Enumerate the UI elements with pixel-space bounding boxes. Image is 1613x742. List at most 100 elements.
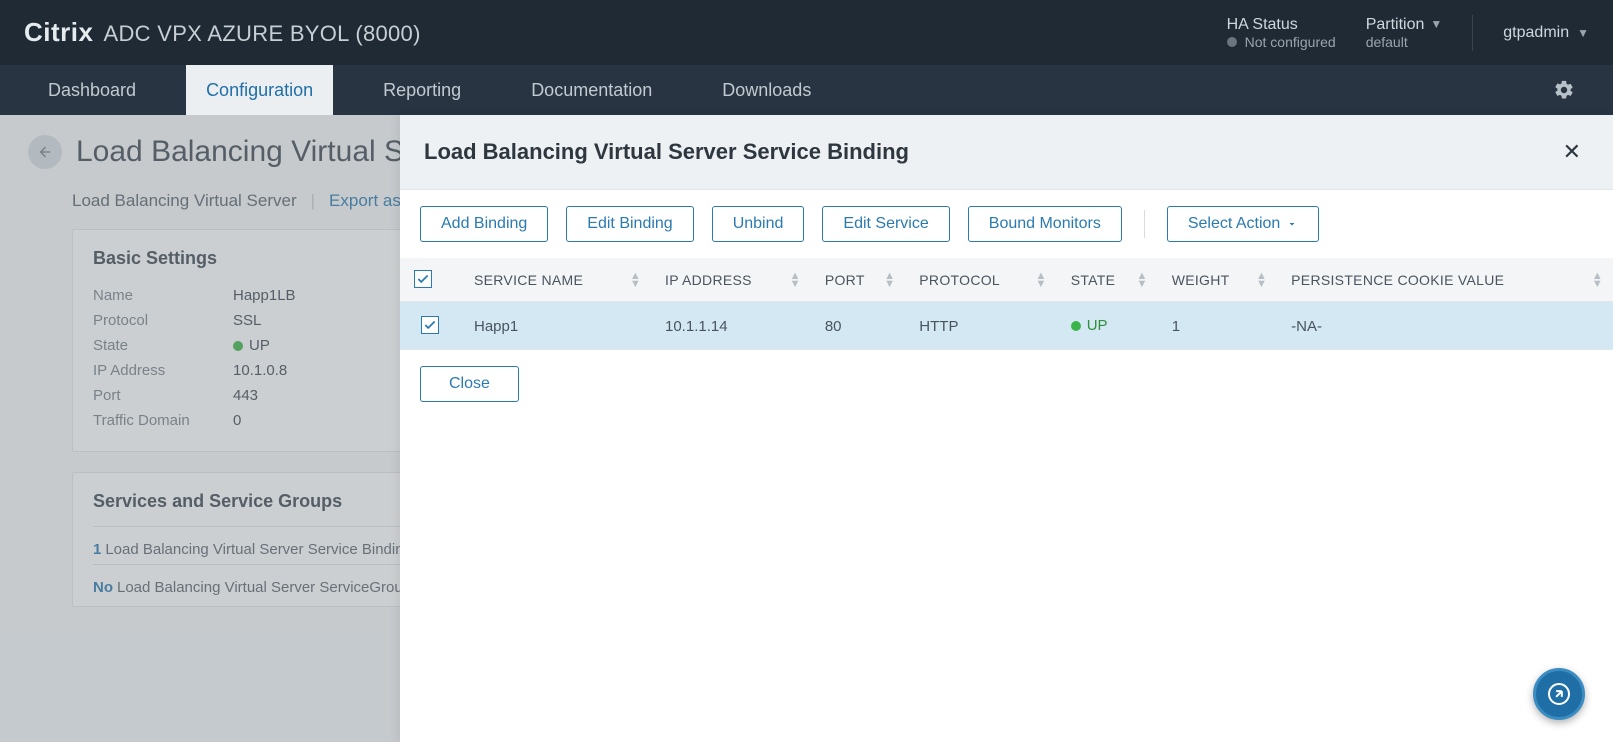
help-fab[interactable]	[1533, 668, 1585, 720]
state-text: UP	[249, 337, 270, 354]
edit-binding-button[interactable]: Edit Binding	[566, 206, 693, 242]
cell-cookie: -NA-	[1277, 302, 1613, 351]
breadcrumb-separator: |	[311, 191, 315, 211]
sort-icon: ▲▼	[630, 272, 641, 288]
partition-value: default	[1366, 34, 1443, 51]
breadcrumb-item: Load Balancing Virtual Server	[72, 191, 297, 211]
ha-status-value: Not configured	[1245, 34, 1336, 51]
column-label: WEIGHT	[1172, 272, 1230, 288]
send-icon	[1547, 682, 1571, 706]
tab-downloads[interactable]: Downloads	[702, 65, 831, 115]
chevron-down-icon: ▼	[1430, 17, 1442, 31]
column-label: PERSISTENCE COOKIE VALUE	[1291, 272, 1504, 288]
field-label: Protocol	[93, 312, 213, 329]
brand: Citrix ADC VPX AZURE BYOL (8000)	[24, 17, 421, 48]
brand-name: Citrix	[24, 17, 93, 48]
tab-label: Configuration	[206, 80, 313, 101]
status-dot-icon	[1071, 321, 1081, 331]
topbar: Citrix ADC VPX AZURE BYOL (8000) HA Stat…	[0, 0, 1613, 65]
service-binding-modal: Load Balancing Virtual Server Service Bi…	[400, 115, 1613, 742]
sort-icon: ▲▼	[1592, 272, 1603, 288]
tab-label: Downloads	[722, 80, 811, 101]
table-row[interactable]: Happ1 10.1.1.14 80 HTTP UP 1 -NA-	[400, 302, 1613, 351]
service-row-text: Load Balancing Virtual Server Service Bi…	[105, 541, 412, 558]
row-checkbox[interactable]	[421, 316, 439, 334]
column-ip-address[interactable]: IP ADDRESS▲▼	[651, 258, 811, 302]
unbind-button[interactable]: Unbind	[712, 206, 805, 242]
column-service-name[interactable]: SERVICE NAME▲▼	[460, 258, 651, 302]
edit-service-button[interactable]: Edit Service	[822, 206, 949, 242]
arrow-left-icon	[37, 144, 53, 160]
check-icon	[423, 318, 437, 332]
brand-product: ADC VPX AZURE BYOL (8000)	[103, 21, 420, 47]
user-menu[interactable]: gtpadmin ▼	[1503, 24, 1589, 42]
gear-icon[interactable]	[1553, 79, 1575, 101]
column-port[interactable]: PORT ▲▼	[811, 258, 905, 302]
back-button[interactable]	[28, 135, 62, 169]
button-label: Edit Binding	[587, 215, 672, 233]
column-label: PROTOCOL	[919, 272, 1000, 288]
tab-dashboard[interactable]: Dashboard	[28, 65, 156, 115]
modal-toolbar: Add Binding Edit Binding Unbind Edit Ser…	[400, 190, 1613, 258]
cell-ip: 10.1.1.14	[651, 302, 811, 351]
tab-label: Dashboard	[48, 80, 136, 101]
select-all-checkbox[interactable]	[414, 270, 432, 288]
partition-selector[interactable]: Partition ▼ default	[1366, 15, 1443, 51]
tab-label: Documentation	[531, 80, 652, 101]
column-label: STATE	[1071, 272, 1116, 288]
button-label: Unbind	[733, 215, 784, 233]
tab-documentation[interactable]: Documentation	[511, 65, 672, 115]
tab-configuration[interactable]: Configuration	[186, 65, 333, 115]
bound-monitors-button[interactable]: Bound Monitors	[968, 206, 1122, 242]
sort-icon: ▲▼	[1137, 272, 1148, 288]
button-label: Select Action	[1188, 215, 1281, 233]
check-icon	[416, 272, 430, 286]
modal-title: Load Balancing Virtual Server Service Bi…	[424, 139, 909, 165]
divider	[1144, 210, 1145, 238]
column-label: PORT	[825, 272, 865, 288]
button-label: Bound Monitors	[989, 215, 1101, 233]
ha-status-block: HA Status Not configured	[1227, 15, 1336, 51]
close-button[interactable]: Close	[420, 366, 519, 402]
field-value: 0	[233, 412, 241, 429]
modal-footer: Close	[400, 349, 1613, 418]
field-label: Name	[93, 287, 213, 304]
topbar-right: HA Status Not configured Partition ▼ def…	[1227, 15, 1589, 51]
button-label: Edit Service	[843, 215, 928, 233]
cell-service-name: Happ1	[460, 302, 651, 351]
count: 1	[93, 541, 101, 558]
field-label: Port	[93, 387, 213, 404]
cell-weight: 1	[1158, 302, 1277, 351]
state-text: UP	[1087, 317, 1108, 334]
cell-state: UP	[1057, 302, 1158, 351]
column-weight[interactable]: WEIGHT▲▼	[1158, 258, 1277, 302]
column-protocol[interactable]: PROTOCOL ▲▼	[905, 258, 1056, 302]
chevron-down-icon: ▼	[1577, 26, 1589, 40]
column-select-all	[400, 258, 460, 302]
field-value: SSL	[233, 312, 261, 329]
column-state[interactable]: STATE ▲▼	[1057, 258, 1158, 302]
status-dot-icon	[1227, 37, 1237, 47]
ha-status-value-row: Not configured	[1227, 34, 1336, 51]
field-label: IP Address	[93, 362, 213, 379]
field-label: Traffic Domain	[93, 412, 213, 429]
modal-header: Load Balancing Virtual Server Service Bi…	[400, 115, 1613, 190]
partition-label: Partition	[1366, 15, 1425, 34]
close-icon[interactable]: ✕	[1555, 135, 1589, 169]
add-binding-button[interactable]: Add Binding	[420, 206, 548, 242]
button-label: Close	[449, 375, 490, 393]
select-action-dropdown[interactable]: Select Action	[1167, 206, 1320, 242]
count: No	[93, 579, 113, 596]
field-value: UP	[233, 337, 270, 354]
user-name: gtpadmin	[1503, 24, 1569, 42]
ha-status-label: HA Status	[1227, 15, 1336, 34]
sort-icon: ▲▼	[884, 272, 895, 288]
cell-port: 80	[811, 302, 905, 351]
tab-label: Reporting	[383, 80, 461, 101]
field-value: 443	[233, 387, 258, 404]
tab-reporting[interactable]: Reporting	[363, 65, 481, 115]
field-value: 10.1.0.8	[233, 362, 287, 379]
status-dot-icon	[233, 341, 243, 351]
sort-icon: ▲▼	[1036, 272, 1047, 288]
column-persistence-cookie[interactable]: PERSISTENCE COOKIE VALUE ▲▼	[1277, 258, 1613, 302]
